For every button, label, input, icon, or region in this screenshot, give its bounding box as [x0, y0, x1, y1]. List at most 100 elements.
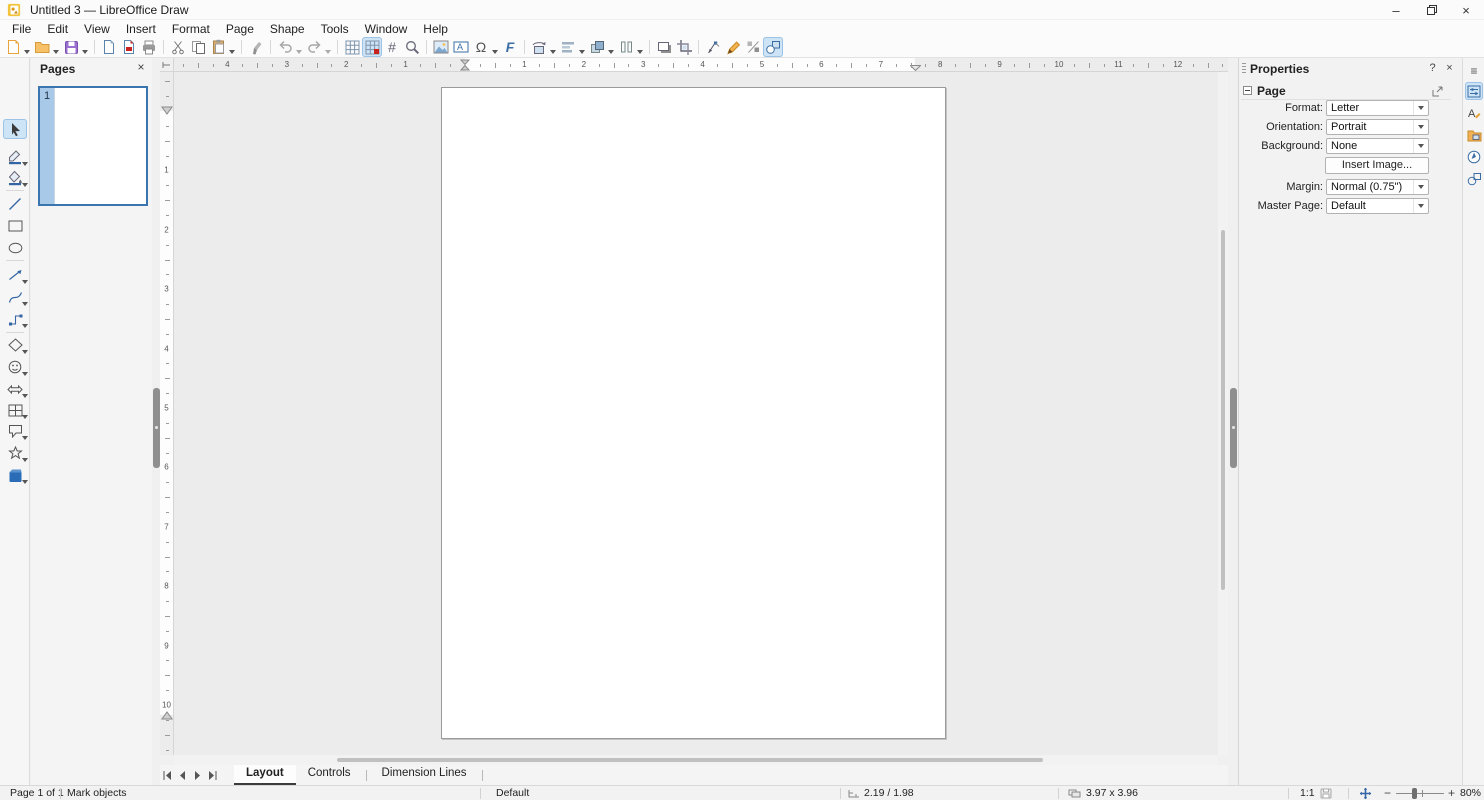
print-button[interactable]	[139, 37, 159, 57]
rectangle-tool[interactable]	[3, 216, 27, 236]
snap-to-grid-button[interactable]	[362, 37, 382, 57]
fit-page-icon[interactable]	[1360, 788, 1371, 799]
chevron-down-icon[interactable]	[1413, 139, 1428, 153]
vertical-scrollbar-thumb[interactable]	[1221, 230, 1225, 590]
open-dropdown[interactable]	[53, 50, 59, 54]
bottom-margin-marker-icon[interactable]	[161, 710, 173, 720]
menu-page[interactable]: Page	[218, 21, 262, 37]
collapse-section-icon[interactable]	[1243, 86, 1252, 95]
first-page-button[interactable]	[160, 767, 175, 783]
sidebar-splitter[interactable]	[1230, 388, 1237, 468]
stars-and-banners-tool[interactable]	[3, 443, 27, 463]
menu-file[interactable]: File	[4, 21, 39, 37]
insert-image-button[interactable]	[431, 37, 451, 57]
background-dropdown[interactable]: None	[1326, 138, 1429, 154]
insert-line-tool[interactable]	[3, 194, 27, 214]
transformations-dropdown[interactable]	[550, 50, 556, 54]
helplines-button[interactable]: #	[382, 37, 402, 57]
tab-navigator[interactable]	[1465, 148, 1483, 166]
sidebar-settings-button[interactable]: ≡	[1465, 62, 1483, 80]
tab-controls[interactable]: Controls	[296, 765, 363, 785]
zoom-slider-thumb[interactable]	[1412, 788, 1417, 799]
menu-format[interactable]: Format	[164, 21, 218, 37]
insert-special-character-button[interactable]: Ω	[471, 37, 491, 57]
flowchart-dropdown[interactable]	[22, 415, 28, 419]
symbol-shapes-dropdown[interactable]	[22, 372, 28, 376]
toggle-extrusion-button[interactable]	[743, 37, 763, 57]
pages-panel-close-icon[interactable]: ×	[133, 60, 149, 76]
display-grid-button[interactable]	[342, 37, 362, 57]
tab-properties[interactable]	[1465, 82, 1483, 100]
page-thumbnail[interactable]: 1	[38, 86, 148, 206]
shadow-button[interactable]	[654, 37, 674, 57]
fill-color-tool[interactable]	[3, 168, 27, 188]
show-draw-functions-button[interactable]	[763, 37, 783, 57]
menu-insert[interactable]: Insert	[118, 21, 164, 37]
zoom-percent[interactable]: 80%	[1460, 787, 1481, 800]
tab-dimension-lines[interactable]: Dimension Lines	[370, 765, 479, 785]
left-panel-splitter[interactable]	[153, 388, 160, 468]
page-style[interactable]: Default	[496, 787, 529, 800]
master-page-dropdown[interactable]: Default	[1326, 198, 1429, 214]
undo-dropdown[interactable]	[296, 50, 302, 54]
redo-dropdown[interactable]	[325, 50, 331, 54]
indent-marker-icon[interactable]	[460, 59, 470, 71]
lines-and-arrows-tool[interactable]	[3, 265, 27, 285]
arrange-button[interactable]	[587, 37, 607, 57]
transformations-button[interactable]	[529, 37, 549, 57]
line-color-tool[interactable]	[3, 147, 27, 167]
zoom-out-button[interactable]: −	[1384, 786, 1391, 800]
vertical-scrollbar[interactable]	[1218, 72, 1228, 755]
align-dropdown[interactable]	[579, 50, 585, 54]
margin-dropdown[interactable]: Normal (0.75")	[1326, 179, 1429, 195]
close-button[interactable]: ×	[1448, 0, 1484, 20]
insert-image-button[interactable]: Insert Image...	[1325, 157, 1429, 174]
cut-button[interactable]	[168, 37, 188, 57]
menu-view[interactable]: View	[76, 21, 118, 37]
fill-color-dropdown[interactable]	[22, 183, 28, 187]
export-button[interactable]	[99, 37, 119, 57]
undo-button[interactable]	[275, 37, 295, 57]
special-character-dropdown[interactable]	[492, 50, 498, 54]
distribute-dropdown[interactable]	[637, 50, 643, 54]
3d-objects-dropdown[interactable]	[22, 480, 28, 484]
horizontal-ruler[interactable]: 4321123456789101112	[174, 58, 1228, 72]
line-color-dropdown[interactable]	[22, 162, 28, 166]
curves-dropdown[interactable]	[22, 302, 28, 306]
format-dropdown[interactable]: Letter	[1326, 100, 1429, 116]
tab-layout[interactable]: Layout	[234, 765, 296, 785]
help-icon[interactable]: ?	[1425, 61, 1440, 76]
redo-button[interactable]	[304, 37, 324, 57]
export-pdf-button[interactable]	[119, 37, 139, 57]
tab-character[interactable]: A	[1465, 104, 1483, 122]
more-options-icon[interactable]	[1432, 86, 1443, 97]
save-button[interactable]	[61, 37, 81, 57]
last-page-button[interactable]	[205, 767, 220, 783]
flowchart-tool[interactable]	[3, 400, 27, 420]
new-document-button[interactable]	[3, 37, 23, 57]
block-arrows-dropdown[interactable]	[22, 394, 28, 398]
panel-grip-icon[interactable]	[1242, 63, 1246, 75]
distribute-button[interactable]	[616, 37, 636, 57]
basic-shapes-tool[interactable]	[3, 335, 27, 355]
block-arrows-tool[interactable]	[3, 379, 27, 399]
glue-points-button[interactable]	[723, 37, 743, 57]
zoom-ratio[interactable]: 1:1	[1300, 787, 1315, 800]
chevron-down-icon[interactable]	[1413, 120, 1428, 134]
paste-button[interactable]	[208, 37, 228, 57]
new-document-dropdown[interactable]	[24, 50, 30, 54]
previous-page-button[interactable]	[175, 767, 190, 783]
menu-help[interactable]: Help	[415, 21, 456, 37]
points-button[interactable]	[703, 37, 723, 57]
copy-button[interactable]	[188, 37, 208, 57]
crop-image-button[interactable]	[674, 37, 694, 57]
lines-arrows-dropdown[interactable]	[22, 280, 28, 284]
drawing-canvas[interactable]	[174, 72, 1218, 755]
insert-text-box-button[interactable]: A	[451, 37, 471, 57]
menu-edit[interactable]: Edit	[39, 21, 76, 37]
menu-window[interactable]: Window	[357, 21, 416, 37]
right-margin-marker-icon[interactable]	[910, 65, 921, 71]
ruler-corner[interactable]	[160, 58, 174, 72]
zoom-button[interactable]	[402, 37, 422, 57]
menu-shape[interactable]: Shape	[262, 21, 313, 37]
